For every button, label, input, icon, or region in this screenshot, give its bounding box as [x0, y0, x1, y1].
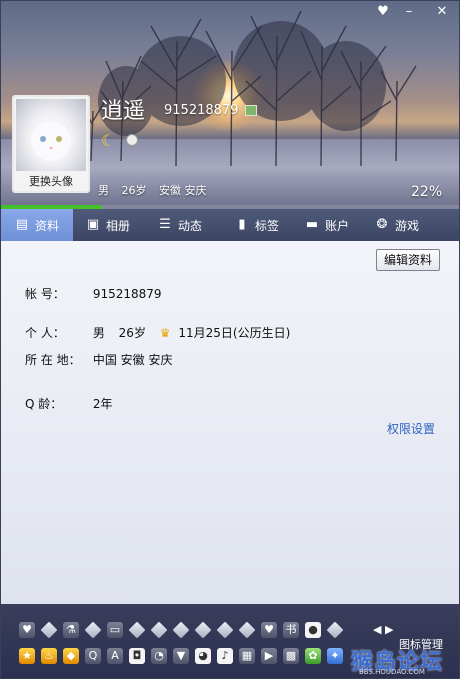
leaf-icon[interactable]: ✿ — [305, 648, 321, 664]
icon-scroll-arrows[interactable]: ◀ ▶ — [373, 623, 393, 636]
avatar-image — [16, 99, 86, 171]
tab-label: 账户 — [325, 218, 350, 233]
icon-row-2: ★ ♨ ◆ Q A ◘ ◔ ▼ ◕ ♪ ▦ ▶ ▩ ✿ ✦ — [19, 648, 349, 664]
pet-icon[interactable] — [126, 134, 138, 146]
penguin-icon[interactable]: ◕ — [195, 648, 211, 664]
avatar[interactable]: 更换头像 — [12, 95, 90, 193]
bird-icon[interactable]: ✦ — [327, 648, 343, 664]
star-icon[interactable]: ★ — [19, 648, 35, 664]
tab-feeds[interactable]: ☰ 动态 — [145, 209, 220, 241]
game-icon: ❂ — [376, 217, 388, 232]
qq-profile-window: ♥ – ✕ 更换头像 逍遥 915218879 ☾ 男 26岁 安徽 安庆 22… — [0, 0, 460, 679]
moon-icon[interactable]: ☾ — [101, 131, 119, 150]
tab-label: 标签 — [255, 218, 280, 233]
book-icon[interactable]: 书 — [283, 622, 299, 638]
diamond-icon[interactable] — [326, 621, 344, 639]
tab-label: 资料 — [35, 218, 60, 233]
feed-icon: ☰ — [159, 217, 171, 232]
location-value: 中国 安徽 安庆 — [92, 353, 173, 367]
music-icon[interactable]: ♪ — [217, 648, 233, 664]
profile-completion-percent[interactable]: 22% — [411, 184, 442, 200]
personal-label: 个 人： — [25, 326, 65, 340]
location-text: 安徽 安庆 — [159, 184, 207, 197]
qage-value: 2年 — [92, 397, 113, 411]
change-avatar-label[interactable]: 更换头像 — [14, 173, 88, 189]
qzone-icon[interactable]: Q — [85, 648, 101, 664]
personal-birthday: 11月25日(公历生日) — [178, 326, 291, 340]
diamond-icon[interactable] — [128, 621, 146, 639]
video-icon[interactable]: ▶ — [261, 648, 277, 664]
tab-bar: ▤ 资料 ▣ 相册 ☰ 动态 ▮ 标签 ▬ 账户 ❂ 游戏 — [1, 209, 459, 241]
flask-icon[interactable]: ⚗ — [63, 622, 79, 638]
minimize-button[interactable]: – — [399, 4, 419, 20]
tab-profile[interactable]: ▤ 资料 — [1, 209, 73, 241]
personal-age: 26岁 — [118, 326, 146, 340]
qq-number: 915218879 — [164, 103, 239, 118]
security-icon[interactable]: ▼ — [173, 648, 189, 664]
tab-label: 相册 — [106, 218, 131, 233]
app-icon[interactable]: A — [107, 648, 123, 664]
diamond-icon[interactable] — [84, 621, 102, 639]
account-value: 915218879 — [92, 287, 162, 301]
crown-icon: ♛ — [159, 326, 171, 340]
profile-details-panel: 编辑资料 帐 号： 915218879 个 人： 男 26岁 ♛ 11月25日(… — [1, 241, 459, 604]
grid-icon[interactable]: ▦ — [239, 648, 255, 664]
diamond-icon[interactable] — [216, 621, 234, 639]
pet-ball-icon[interactable]: ● — [305, 622, 321, 638]
location-label: 所 在 地： — [25, 353, 81, 367]
profile-summary: 男 26岁 安徽 安庆 — [98, 182, 216, 198]
tab-label: 动态 — [178, 218, 203, 233]
white-cat-icon — [30, 117, 72, 161]
qq-show-icon[interactable] — [245, 105, 257, 116]
diamond-icon[interactable] — [238, 621, 256, 639]
shield-icon[interactable]: ◆ — [63, 648, 79, 664]
gift-icon[interactable]: ▩ — [283, 648, 299, 664]
location-row: 所 在 地： 中国 安徽 安庆 — [25, 351, 182, 368]
tab-games[interactable]: ❂ 游戏 — [361, 209, 459, 241]
bookmark-icon: ▮ — [238, 217, 246, 232]
diamond-icon[interactable] — [194, 621, 212, 639]
age-text: 26岁 — [121, 184, 147, 197]
tab-label: 游戏 — [395, 218, 420, 233]
forum-watermark-url: BBS.HOUDAO.COM — [359, 668, 425, 676]
camera-icon[interactable]: ◘ — [129, 648, 145, 664]
tab-tags[interactable]: ▮ 标签 — [220, 209, 291, 241]
account-row: 帐 号： 915218879 — [25, 285, 172, 302]
personal-row: 个 人： 男 26岁 ♛ 11月25日(公历生日) — [25, 324, 290, 341]
heart-icon[interactable]: ♥ — [261, 622, 277, 638]
photo-icon: ▣ — [86, 217, 100, 232]
tab-album[interactable]: ▣ 相册 — [73, 209, 145, 241]
qage-row: Q 龄： 2年 — [25, 395, 122, 412]
account-label: 帐 号： — [25, 287, 65, 301]
privacy-settings-link[interactable]: 权限设置 — [387, 420, 435, 437]
tv-icon[interactable]: ▭ — [107, 622, 123, 638]
nickname: 逍遥 — [101, 99, 146, 124]
edit-profile-button[interactable]: 编辑资料 — [376, 249, 440, 271]
fire-icon[interactable]: ♨ — [41, 648, 57, 664]
heart-badge-icon[interactable]: ♥ — [19, 622, 35, 638]
profile-header: ♥ – ✕ 更换头像 逍遥 915218879 ☾ 男 26岁 安徽 安庆 22… — [1, 1, 459, 209]
skin-button[interactable]: ♥ — [373, 4, 393, 20]
qage-label: Q 龄： — [25, 397, 63, 411]
chat-bubble-icon[interactable]: ◔ — [151, 648, 167, 664]
personal-gender: 男 — [92, 326, 105, 340]
icon-row-1: ♥ ⚗ ▭ ♥ 书 ● — [19, 621, 349, 639]
tab-account[interactable]: ▬ 账户 — [291, 209, 361, 241]
diamond-icon[interactable] — [172, 621, 190, 639]
close-button[interactable]: ✕ — [432, 4, 452, 20]
service-icon-bar: ♥ ⚗ ▭ ♥ 书 ● ◀ ▶ ★ ♨ ◆ Q A ◘ ◔ ▼ ◕ ♪ ▦ ▶ … — [1, 604, 459, 678]
wallet-icon: ▬ — [305, 217, 319, 232]
id-card-icon: ▤ — [15, 217, 29, 232]
gender-text: 男 — [98, 184, 109, 197]
diamond-icon[interactable] — [40, 621, 58, 639]
diamond-icon[interactable] — [150, 621, 168, 639]
